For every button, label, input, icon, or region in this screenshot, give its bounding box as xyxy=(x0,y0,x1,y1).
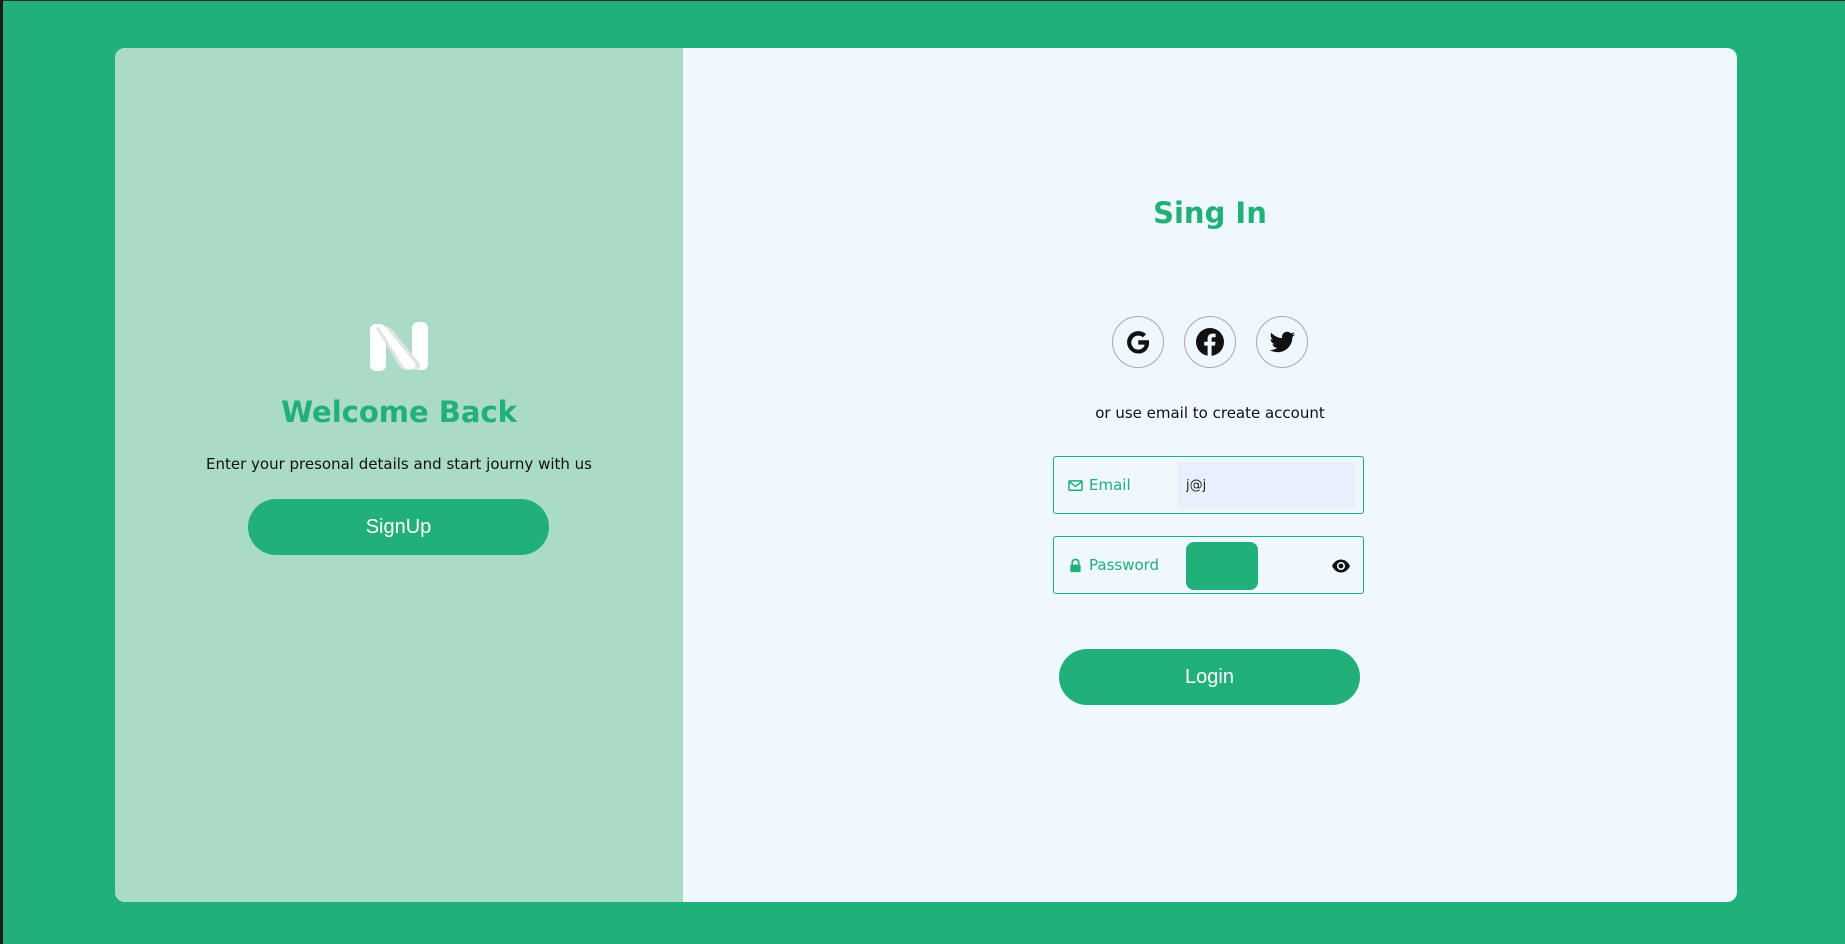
eye-icon[interactable] xyxy=(1331,556,1351,576)
email-input[interactable] xyxy=(1178,462,1355,508)
social-login-group xyxy=(1112,316,1312,368)
twitter-login-button[interactable] xyxy=(1256,316,1308,368)
facebook-icon xyxy=(1196,328,1224,356)
email-divider-text: or use email to create account xyxy=(1095,404,1325,422)
n-logo-icon xyxy=(370,322,428,371)
google-icon xyxy=(1127,331,1150,354)
window-left-edge xyxy=(0,0,3,944)
window-top-edge xyxy=(0,0,1845,1)
envelope-icon xyxy=(1068,479,1083,491)
password-label-text: Password xyxy=(1089,556,1160,574)
welcome-title: Welcome Back xyxy=(281,395,517,429)
email-field: Email xyxy=(1053,456,1364,514)
signin-title: Sing In xyxy=(1153,196,1267,230)
email-label: Email xyxy=(1068,457,1131,513)
login-button[interactable]: Login xyxy=(1059,649,1360,705)
signup-button[interactable]: SignUp xyxy=(248,499,549,555)
auth-card: Welcome Back Enter your presonal details… xyxy=(115,48,1737,902)
welcome-subtitle: Enter your presonal details and start jo… xyxy=(206,455,592,473)
password-field: Password xyxy=(1053,536,1364,594)
password-label: Password xyxy=(1068,537,1159,593)
lock-icon xyxy=(1070,558,1081,572)
twitter-icon xyxy=(1269,331,1295,353)
password-input[interactable] xyxy=(1186,542,1258,590)
signin-panel: Sing In or use email to create account E… xyxy=(683,48,1737,902)
facebook-login-button[interactable] xyxy=(1184,316,1236,368)
email-label-text: Email xyxy=(1089,476,1131,494)
google-login-button[interactable] xyxy=(1112,316,1164,368)
welcome-panel: Welcome Back Enter your presonal details… xyxy=(115,48,683,902)
